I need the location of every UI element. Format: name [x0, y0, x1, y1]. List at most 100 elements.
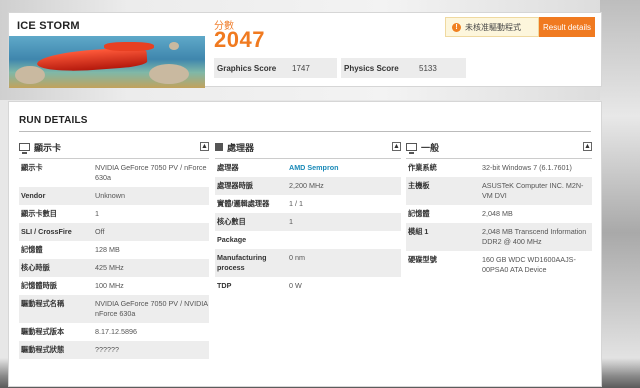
detail-row: Manufacturing process 0 nm — [215, 249, 401, 277]
detail-value: ASUSTeK Computer INC. M2N-VM DVI — [482, 181, 584, 200]
detail-value: 2,048 MB — [482, 209, 513, 218]
divider — [19, 131, 591, 132]
detail-label: 實體/邏輯處理器 — [217, 199, 270, 208]
detail-value: 2,048 MB Transcend Information DDR2 @ 40… — [482, 227, 587, 246]
detail-label: 處理器時脈 — [217, 181, 253, 190]
collapse-icon[interactable]: ▲ — [200, 142, 209, 151]
detail-value: Off — [95, 227, 105, 236]
detail-row: 核心數目 1 — [215, 213, 401, 231]
general-section: 一般 ▲ 作業系統 32-bit Windows 7 (6.1.7601) 主機板 A… — [406, 139, 592, 279]
detail-value: 160 GB WDC WD1600AAJS-00PSA0 ATA Device — [482, 255, 576, 274]
detail-label: 記憶體 — [21, 245, 43, 254]
result-details-button[interactable]: Result details — [539, 17, 595, 37]
processor-rows: 處理器 AMD Sempron 處理器時脈 2,200 MHz 實體/邏輯處理器 1 / … — [215, 159, 401, 295]
score-value: 2047 — [214, 27, 265, 52]
processor-section-title: 處理器 — [227, 142, 255, 153]
detail-row: 記憶體 128 MB — [19, 241, 209, 259]
detail-row: 顯示卡數目 1 — [19, 205, 209, 223]
general-section-header: 一般 ▲ — [406, 139, 592, 155]
detail-row: 實體/邏輯處理器 1 / 1 — [215, 195, 401, 213]
detail-value: 128 MB — [95, 245, 120, 254]
detail-label: 顯示卡 — [21, 163, 43, 172]
test-thumbnail — [9, 36, 205, 88]
detail-value: 0 nm — [289, 253, 305, 262]
run-details-card: RUN DETAILS 顯示卡 ▲ 顯示卡 NVIDIA GeForce 7050… — [8, 101, 602, 387]
detail-label: TDP — [217, 281, 232, 290]
detail-row: 驅動程式狀態?????? — [19, 341, 209, 359]
detail-label: 驅動程式名稱 — [21, 299, 65, 308]
detail-label: Manufacturing process — [217, 253, 267, 272]
detail-row: Package — [215, 231, 401, 249]
detail-label: 硬碟型號 — [408, 255, 437, 264]
detail-label: 記憶體時脈 — [21, 281, 57, 290]
detail-value: 2,200 MHz — [289, 181, 324, 190]
graphics-score-label: Graphics Score — [217, 63, 277, 73]
detail-value: 1 — [289, 217, 293, 226]
notice-text: 未核准驅動程式 — [465, 22, 521, 32]
detail-row: 主機板 ASUSTeK Computer INC. M2N-VM DVI — [406, 177, 592, 205]
detail-value: NVIDIA GeForce 7050 PV / nForce 630a — [95, 163, 207, 182]
physics-score-row: Physics Score 5133 — [341, 58, 466, 78]
detail-label: Vendor — [21, 191, 46, 200]
graphics-section-header: 顯示卡 ▲ — [19, 139, 209, 155]
detail-row: Vendor Unknown — [19, 187, 209, 205]
detail-label: 作業系統 — [408, 163, 437, 172]
detail-value: 1 / 1 — [289, 199, 303, 208]
detail-label: 主機板 — [408, 181, 430, 190]
detail-label: 記憶體 — [408, 209, 430, 218]
detail-row: 模組 1 2,048 MB Transcend Information DDR2 … — [406, 223, 592, 251]
collapse-icon[interactable]: ▲ — [583, 142, 592, 151]
background-snow-right — [600, 0, 640, 388]
detail-row: SLI / CrossFire Off — [19, 223, 209, 241]
score-card: ICE STORM 分數 2047 ! 未核准驅動程式 Result detai… — [8, 12, 602, 88]
unapproved-driver-notice[interactable]: ! 未核准驅動程式 — [445, 17, 539, 37]
detail-label: 處理器 — [217, 163, 239, 172]
detail-label: SLI / CrossFire — [21, 227, 72, 236]
run-details-title: RUN DETAILS — [19, 115, 88, 126]
detail-value: 425 MHz — [95, 263, 124, 272]
detail-value: ?????? — [95, 345, 119, 354]
detail-value: 1 — [95, 209, 99, 218]
collapse-icon[interactable]: ▲ — [392, 142, 401, 151]
physics-score-value: 5133 — [419, 63, 437, 73]
detail-row: 作業系統 32-bit Windows 7 (6.1.7601) — [406, 159, 592, 177]
detail-row: 硬碟型號 160 GB WDC WD1600AAJS-00PSA0 ATA Dev… — [406, 251, 592, 279]
detail-label: 模組 1 — [408, 227, 429, 236]
detail-label: 驅動程式狀態 — [21, 345, 65, 354]
detail-value: NVIDIA GeForce 7050 PV / NVIDIA nForce 6… — [95, 299, 208, 318]
detail-row: 驅動程式版本 8.17.12.5896 — [19, 323, 209, 341]
detail-value: 100 MHz — [95, 281, 124, 290]
detail-row: 驅動程式名稱 NVIDIA GeForce 7050 PV / NVIDIA nF… — [19, 295, 209, 323]
graphics-score-row: Graphics Score 1747 — [214, 58, 337, 78]
computer-icon — [406, 143, 417, 154]
detail-row: TDP 0 W — [215, 277, 401, 295]
warning-icon: ! — [452, 22, 461, 32]
test-name: ICE STORM — [17, 20, 80, 32]
detail-label: Package — [217, 235, 247, 244]
detail-label: 核心時脈 — [21, 263, 50, 272]
detail-row: 處理器時脈 2,200 MHz — [215, 177, 401, 195]
detail-label: 驅動程式版本 — [21, 327, 65, 336]
general-section-title: 一般 — [421, 142, 440, 153]
detail-row: 記憶體 2,048 MB — [406, 205, 592, 223]
physics-score-label: Physics Score — [344, 63, 399, 73]
detail-row: 處理器 AMD Sempron — [215, 159, 401, 177]
processor-link[interactable]: AMD Sempron — [289, 163, 339, 173]
detail-row: 核心時脈 425 MHz — [19, 259, 209, 277]
detail-row: 顯示卡 NVIDIA GeForce 7050 PV / nForce 630a — [19, 159, 209, 187]
general-rows: 作業系統 32-bit Windows 7 (6.1.7601) 主機板 ASUSTe… — [406, 159, 592, 279]
cpu-icon — [215, 143, 223, 151]
detail-row: 記憶體時脈 100 MHz — [19, 277, 209, 295]
graphics-card-section: 顯示卡 ▲ 顯示卡 NVIDIA GeForce 7050 PV / nForce… — [19, 139, 209, 359]
detail-value: 8.17.12.5896 — [95, 327, 137, 336]
graphics-section-title: 顯示卡 — [34, 142, 62, 153]
detail-value: Unknown — [95, 191, 125, 200]
graphics-rows: 顯示卡 NVIDIA GeForce 7050 PV / nForce 630a V… — [19, 159, 209, 359]
detail-label: 顯示卡數目 — [21, 209, 57, 218]
graphics-score-value: 1747 — [292, 63, 310, 73]
detail-label: 核心數目 — [217, 217, 246, 226]
processor-section-header: 處理器 ▲ — [215, 139, 401, 155]
detail-value: 0 W — [289, 281, 302, 290]
detail-value: 32-bit Windows 7 (6.1.7601) — [482, 163, 572, 172]
monitor-icon — [19, 143, 30, 154]
